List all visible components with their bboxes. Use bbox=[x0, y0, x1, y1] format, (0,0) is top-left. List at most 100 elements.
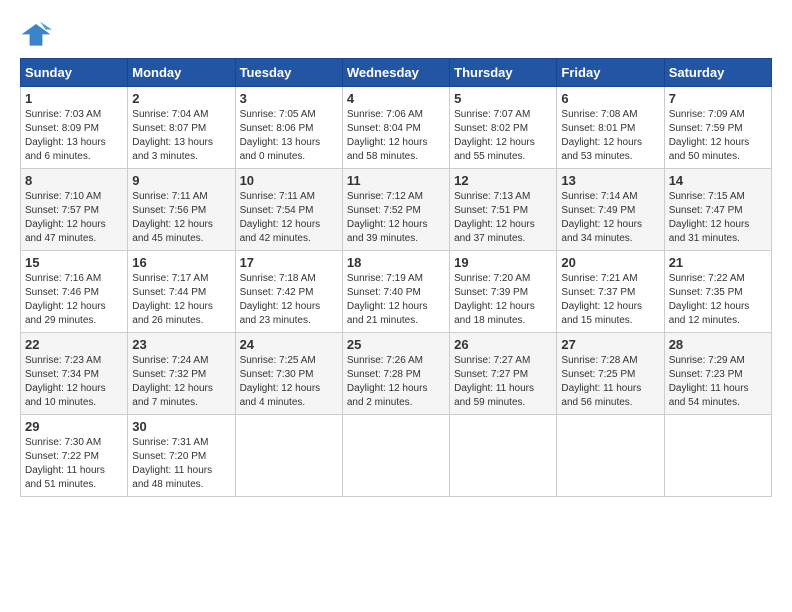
day-number: 9 bbox=[132, 173, 230, 188]
page-header bbox=[20, 20, 772, 48]
calendar-cell: 9 Sunrise: 7:11 AM Sunset: 7:56 PM Daylig… bbox=[128, 169, 235, 251]
day-number: 7 bbox=[669, 91, 767, 106]
day-number: 29 bbox=[25, 419, 123, 434]
day-number: 14 bbox=[669, 173, 767, 188]
calendar-cell: 13 Sunrise: 7:14 AM Sunset: 7:49 PM Dayli… bbox=[557, 169, 664, 251]
day-number: 19 bbox=[454, 255, 552, 270]
calendar-cell: 17Sunrise: 7:18 AM Sunset: 7:42 PM Dayli… bbox=[235, 251, 342, 333]
calendar-cell: 10Sunrise: 7:11 AM Sunset: 7:54 PM Dayli… bbox=[235, 169, 342, 251]
day-number: 28 bbox=[669, 337, 767, 352]
day-info: Sunrise: 7:14 AM Sunset: 7:49 PM Dayligh… bbox=[561, 190, 659, 246]
day-info: Sunrise: 7:23 AM Sunset: 7:34 PM Dayligh… bbox=[25, 354, 123, 410]
calendar-cell bbox=[557, 415, 664, 497]
day-info: Sunrise: 7:18 AM Sunset: 7:42 PM Dayligh… bbox=[240, 272, 338, 328]
day-number: 3 bbox=[240, 91, 338, 106]
calendar-cell: 6 Sunrise: 7:08 AM Sunset: 8:01 PM Daylig… bbox=[557, 87, 664, 169]
day-info: Sunrise: 7:09 AM Sunset: 7:59 PM Dayligh… bbox=[669, 108, 767, 164]
day-number: 8 bbox=[25, 173, 123, 188]
calendar-cell: 23 Sunrise: 7:24 AM Sunset: 7:32 PM Dayli… bbox=[128, 333, 235, 415]
calendar-cell: 29Sunrise: 7:30 AM Sunset: 7:22 PM Dayli… bbox=[21, 415, 128, 497]
calendar-cell: 20 Sunrise: 7:21 AM Sunset: 7:37 PM Dayli… bbox=[557, 251, 664, 333]
calendar-cell: 18 Sunrise: 7:19 AM Sunset: 7:40 PM Dayli… bbox=[342, 251, 449, 333]
calendar-week-row: 15 Sunrise: 7:16 AM Sunset: 7:46 PM Dayli… bbox=[21, 251, 772, 333]
weekday-header: Sunday bbox=[21, 59, 128, 87]
day-number: 22 bbox=[25, 337, 123, 352]
day-number: 27 bbox=[561, 337, 659, 352]
day-number: 5 bbox=[454, 91, 552, 106]
calendar-cell: 11 Sunrise: 7:12 AM Sunset: 7:52 PM Dayli… bbox=[342, 169, 449, 251]
day-info: Sunrise: 7:06 AM Sunset: 8:04 PM Dayligh… bbox=[347, 108, 445, 164]
day-number: 1 bbox=[25, 91, 123, 106]
calendar-cell: 21Sunrise: 7:22 AM Sunset: 7:35 PM Dayli… bbox=[664, 251, 771, 333]
calendar-cell: 1 Sunrise: 7:03 AM Sunset: 8:09 PM Daylig… bbox=[21, 87, 128, 169]
calendar-header: SundayMondayTuesdayWednesdayThursdayFrid… bbox=[21, 59, 772, 87]
day-info: Sunrise: 7:08 AM Sunset: 8:01 PM Dayligh… bbox=[561, 108, 659, 164]
calendar-week-row: 8 Sunrise: 7:10 AM Sunset: 7:57 PM Daylig… bbox=[21, 169, 772, 251]
calendar-table: SundayMondayTuesdayWednesdayThursdayFrid… bbox=[20, 58, 772, 497]
weekday-header: Saturday bbox=[664, 59, 771, 87]
day-info: Sunrise: 7:07 AM Sunset: 8:02 PM Dayligh… bbox=[454, 108, 552, 164]
day-info: Sunrise: 7:13 AM Sunset: 7:51 PM Dayligh… bbox=[454, 190, 552, 246]
day-info: Sunrise: 7:21 AM Sunset: 7:37 PM Dayligh… bbox=[561, 272, 659, 328]
day-info: Sunrise: 7:24 AM Sunset: 7:32 PM Dayligh… bbox=[132, 354, 230, 410]
day-number: 4 bbox=[347, 91, 445, 106]
day-number: 26 bbox=[454, 337, 552, 352]
day-number: 6 bbox=[561, 91, 659, 106]
calendar-week-row: 1 Sunrise: 7:03 AM Sunset: 8:09 PM Daylig… bbox=[21, 87, 772, 169]
calendar-body: 1 Sunrise: 7:03 AM Sunset: 8:09 PM Daylig… bbox=[21, 87, 772, 497]
weekday-header: Wednesday bbox=[342, 59, 449, 87]
day-info: Sunrise: 7:26 AM Sunset: 7:28 PM Dayligh… bbox=[347, 354, 445, 410]
calendar-week-row: 29Sunrise: 7:30 AM Sunset: 7:22 PM Dayli… bbox=[21, 415, 772, 497]
calendar-week-row: 22 Sunrise: 7:23 AM Sunset: 7:34 PM Dayli… bbox=[21, 333, 772, 415]
day-info: Sunrise: 7:03 AM Sunset: 8:09 PM Dayligh… bbox=[25, 108, 123, 164]
weekday-header: Friday bbox=[557, 59, 664, 87]
weekday-header: Tuesday bbox=[235, 59, 342, 87]
day-number: 25 bbox=[347, 337, 445, 352]
calendar-cell bbox=[450, 415, 557, 497]
calendar-cell bbox=[664, 415, 771, 497]
day-info: Sunrise: 7:04 AM Sunset: 8:07 PM Dayligh… bbox=[132, 108, 230, 164]
calendar-cell: 25 Sunrise: 7:26 AM Sunset: 7:28 PM Dayli… bbox=[342, 333, 449, 415]
day-info: Sunrise: 7:25 AM Sunset: 7:30 PM Dayligh… bbox=[240, 354, 338, 410]
day-number: 24 bbox=[240, 337, 338, 352]
weekday-header: Thursday bbox=[450, 59, 557, 87]
day-info: Sunrise: 7:11 AM Sunset: 7:56 PM Dayligh… bbox=[132, 190, 230, 246]
day-number: 13 bbox=[561, 173, 659, 188]
day-number: 23 bbox=[132, 337, 230, 352]
day-info: Sunrise: 7:16 AM Sunset: 7:46 PM Dayligh… bbox=[25, 272, 123, 328]
day-info: Sunrise: 7:15 AM Sunset: 7:47 PM Dayligh… bbox=[669, 190, 767, 246]
day-number: 11 bbox=[347, 173, 445, 188]
day-info: Sunrise: 7:28 AM Sunset: 7:25 PM Dayligh… bbox=[561, 354, 659, 410]
day-number: 18 bbox=[347, 255, 445, 270]
day-number: 12 bbox=[454, 173, 552, 188]
day-number: 30 bbox=[132, 419, 230, 434]
calendar-cell: 26 Sunrise: 7:27 AM Sunset: 7:27 PM Dayli… bbox=[450, 333, 557, 415]
day-info: Sunrise: 7:19 AM Sunset: 7:40 PM Dayligh… bbox=[347, 272, 445, 328]
calendar-cell: 5 Sunrise: 7:07 AM Sunset: 8:02 PM Daylig… bbox=[450, 87, 557, 169]
weekday-header: Monday bbox=[128, 59, 235, 87]
calendar-cell: 3 Sunrise: 7:05 AM Sunset: 8:06 PM Daylig… bbox=[235, 87, 342, 169]
calendar-cell: 2Sunrise: 7:04 AM Sunset: 8:07 PM Daylig… bbox=[128, 87, 235, 169]
calendar-cell: 12 Sunrise: 7:13 AM Sunset: 7:51 PM Dayli… bbox=[450, 169, 557, 251]
day-info: Sunrise: 7:11 AM Sunset: 7:54 PM Dayligh… bbox=[240, 190, 338, 246]
day-info: Sunrise: 7:05 AM Sunset: 8:06 PM Dayligh… bbox=[240, 108, 338, 164]
day-info: Sunrise: 7:10 AM Sunset: 7:57 PM Dayligh… bbox=[25, 190, 123, 246]
logo-icon bbox=[20, 20, 52, 48]
day-info: Sunrise: 7:12 AM Sunset: 7:52 PM Dayligh… bbox=[347, 190, 445, 246]
day-info: Sunrise: 7:31 AM Sunset: 7:20 PM Dayligh… bbox=[132, 436, 230, 492]
calendar-cell: 16Sunrise: 7:17 AM Sunset: 7:44 PM Dayli… bbox=[128, 251, 235, 333]
calendar-cell: 24 Sunrise: 7:25 AM Sunset: 7:30 PM Dayli… bbox=[235, 333, 342, 415]
calendar-cell: 4 Sunrise: 7:06 AM Sunset: 8:04 PM Daylig… bbox=[342, 87, 449, 169]
header-row: SundayMondayTuesdayWednesdayThursdayFrid… bbox=[21, 59, 772, 87]
day-info: Sunrise: 7:22 AM Sunset: 7:35 PM Dayligh… bbox=[669, 272, 767, 328]
day-number: 15 bbox=[25, 255, 123, 270]
calendar-cell: 14 Sunrise: 7:15 AM Sunset: 7:47 PM Dayli… bbox=[664, 169, 771, 251]
calendar-cell bbox=[342, 415, 449, 497]
logo bbox=[20, 20, 56, 48]
day-info: Sunrise: 7:27 AM Sunset: 7:27 PM Dayligh… bbox=[454, 354, 552, 410]
calendar-cell: 22 Sunrise: 7:23 AM Sunset: 7:34 PM Dayli… bbox=[21, 333, 128, 415]
day-number: 20 bbox=[561, 255, 659, 270]
day-number: 16 bbox=[132, 255, 230, 270]
day-info: Sunrise: 7:29 AM Sunset: 7:23 PM Dayligh… bbox=[669, 354, 767, 410]
calendar-cell: 19Sunrise: 7:20 AM Sunset: 7:39 PM Dayli… bbox=[450, 251, 557, 333]
